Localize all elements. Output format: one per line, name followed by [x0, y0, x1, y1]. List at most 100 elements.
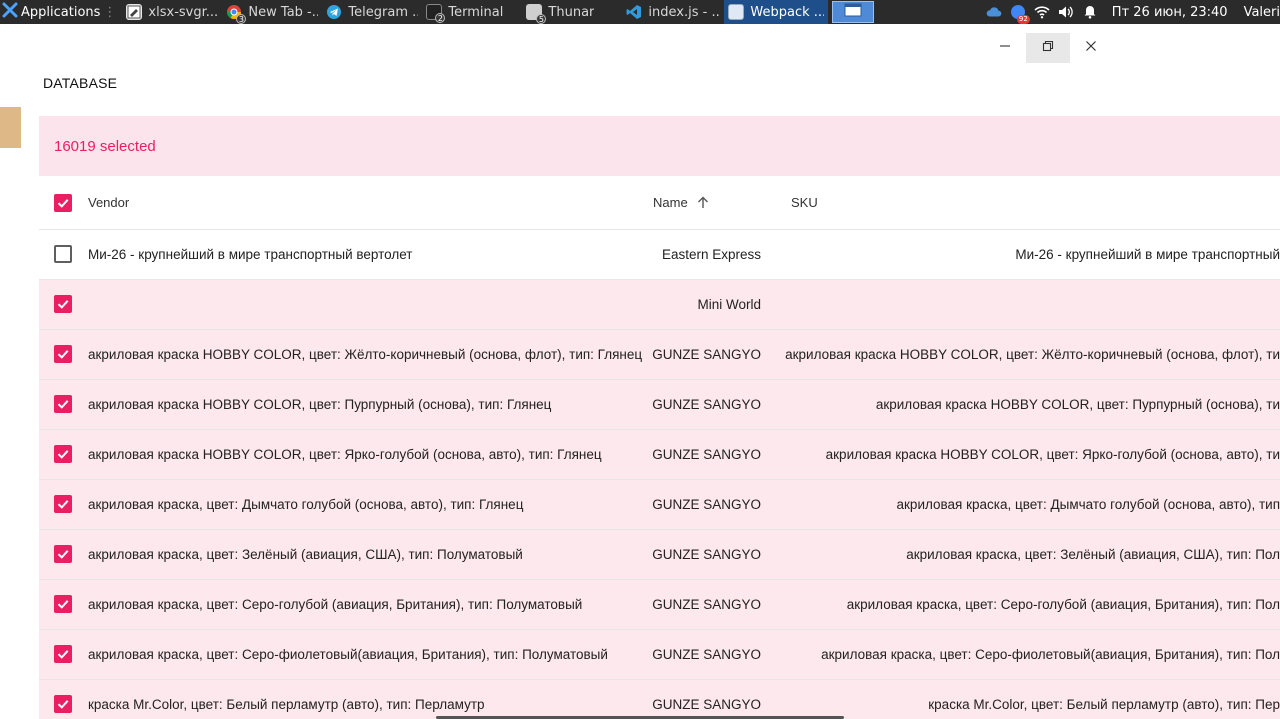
cell-vendor: акриловая краска, цвет: Зелёный (авиация…	[88, 547, 523, 562]
cell-vendor: акриловая краска, цвет: Серо-фиолетовый(…	[88, 647, 608, 662]
cell-name: Eastern Express	[661, 247, 761, 262]
cell-sku: акриловая краска, цвет: Серо-голубой (ав…	[846, 597, 1280, 612]
document-editor-icon	[126, 4, 143, 20]
user-menu[interactable]: Valeri	[1244, 5, 1280, 20]
cell-vendor: акриловая краска HOBBY COLOR, цвет: Жёлт…	[88, 347, 643, 362]
table-row[interactable]: акриловая краска HOBBY COLOR, цвет: Ярко…	[39, 430, 1280, 480]
taskbar-item-webpack[interactable]: Webpack ...	[724, 0, 829, 24]
cell-sku: краска Mr.Color, цвет: Белый перламутр (…	[928, 697, 1280, 712]
cell-vendor: акриловая краска HOBBY COLOR, цвет: Пурп…	[88, 397, 552, 412]
row-checkbox[interactable]	[54, 295, 72, 313]
clock[interactable]: Пт 26 июн, 23:40	[1112, 5, 1228, 20]
notification-badge-icon[interactable]: 92	[1010, 4, 1030, 24]
cell-sku: Ми-26 - крупнейший в мире транспортный	[1015, 247, 1280, 262]
cell-vendor: акриловая краска, цвет: Дымчато голубой …	[88, 497, 524, 512]
applications-label: Applications	[21, 4, 101, 20]
select-all-checkbox[interactable]	[54, 194, 72, 212]
cell-name: GUNZE SANGYO	[652, 547, 761, 562]
table-row[interactable]: акриловая краска, цвет: Дымчато голубой …	[39, 480, 1280, 530]
top-panel: Applications ⋮ xlsx-svgr... 3 New Tab -.…	[0, 0, 1280, 24]
table-row[interactable]: акриловая краска HOBBY COLOR, цвет: Жёлт…	[39, 330, 1280, 380]
cell-name: GUNZE SANGYO	[652, 347, 761, 362]
table-row[interactable]: краска Mr.Color, цвет: Белый перламутр (…	[39, 680, 1280, 719]
table-row[interactable]: акриловая краска, цвет: Зелёный (авиация…	[39, 530, 1280, 580]
row-checkbox[interactable]	[54, 445, 72, 463]
telegram-icon	[326, 4, 342, 20]
window-icon	[728, 4, 745, 20]
cell-name: GUNZE SANGYO	[652, 497, 761, 512]
cell-sku: акриловая краска, цвет: Дымчато голубой …	[896, 497, 1280, 512]
cell-name: Mini World	[697, 297, 761, 312]
cloud-sync-icon[interactable]	[986, 4, 1002, 20]
minimize-icon	[999, 39, 1011, 57]
sort-ascending-icon[interactable]	[697, 178, 709, 230]
database-table: 16019 selected Vendor Name SKU Ми-26 - к…	[39, 116, 1280, 719]
desktop-icon	[844, 3, 862, 21]
table-header-row: Vendor Name SKU	[39, 176, 1280, 230]
cell-sku: акриловая краска HOBBY COLOR, цвет: Пурп…	[875, 397, 1280, 412]
cell-name: GUNZE SANGYO	[652, 597, 761, 612]
minimize-button[interactable]	[983, 33, 1027, 63]
thunar-window-count: 5	[536, 14, 547, 24]
cell-name: GUNZE SANGYO	[652, 447, 761, 462]
xfce-logo-icon	[2, 2, 18, 22]
taskbar-item-vscode[interactable]: index.js - ...	[622, 0, 724, 24]
volume-icon[interactable]	[1058, 4, 1074, 20]
taskbar-item-chrome[interactable]: 3 New Tab -...	[222, 0, 322, 24]
taskbar-item-thunar[interactable]: 5 Thunar	[522, 0, 622, 24]
cell-vendor: краска Mr.Color, цвет: Белый перламутр (…	[88, 697, 485, 712]
cell-name: GUNZE SANGYO	[652, 697, 761, 712]
column-header-vendor[interactable]: Vendor	[88, 176, 648, 230]
applications-menu-button[interactable]: Applications ⋮	[0, 0, 122, 24]
cell-name: GUNZE SANGYO	[652, 397, 761, 412]
cell-vendor	[88, 280, 648, 330]
terminal-window-count: 2	[435, 13, 446, 23]
taskbar-item-xlsx[interactable]: xlsx-svgr...	[122, 0, 222, 24]
close-icon	[1085, 39, 1097, 57]
row-checkbox[interactable]	[54, 695, 72, 713]
page-title: DATABASE	[43, 75, 118, 91]
taskbar-item-telegram[interactable]: Telegram ...	[322, 0, 422, 24]
table-row[interactable]: Mini World	[39, 280, 1280, 330]
column-header-name[interactable]: Name	[653, 176, 773, 230]
file-manager-icon: 5	[526, 4, 547, 24]
taskbar-item-terminal[interactable]: 2 Terminal	[422, 0, 522, 24]
restore-icon	[1042, 39, 1054, 57]
show-desktop-button[interactable]	[832, 1, 875, 23]
row-checkbox[interactable]	[54, 345, 72, 363]
chrome-icon: 3	[226, 4, 247, 24]
system-tray: 92 Пт 26 июн, 23:40 Valeri	[986, 0, 1280, 24]
column-header-sku[interactable]: SKU	[791, 176, 991, 230]
cell-sku: акриловая краска, цвет: Зелёный (авиация…	[906, 547, 1280, 562]
cell-vendor: Ми-26 - крупнейший в мире транспортный в…	[88, 247, 413, 262]
cell-sku: акриловая краска HOBBY COLOR, цвет: Ярко…	[825, 447, 1280, 462]
tray-badge-count: 92	[1016, 15, 1030, 24]
selected-count: 16019 selected	[54, 137, 156, 155]
cell-sku	[739, 280, 1280, 330]
row-checkbox[interactable]	[54, 395, 72, 413]
sidebar-toggle-tab[interactable]	[0, 107, 21, 148]
table-row[interactable]: акриловая краска, цвет: Серо-голубой (ав…	[39, 580, 1280, 630]
row-checkbox[interactable]	[54, 545, 72, 563]
table-body: Ми-26 - крупнейший в мире транспортный в…	[39, 230, 1280, 719]
cell-sku: акриловая краска HOBBY COLOR, цвет: Жёлт…	[785, 347, 1280, 362]
selection-toolbar: 16019 selected	[39, 116, 1280, 176]
table-row[interactable]: акриловая краска, цвет: Серо-фиолетовый(…	[39, 630, 1280, 680]
row-checkbox[interactable]	[54, 595, 72, 613]
row-checkbox[interactable]	[54, 245, 72, 263]
cell-vendor: акриловая краска, цвет: Серо-голубой (ав…	[88, 597, 583, 612]
cell-vendor: акриловая краска HOBBY COLOR, цвет: Ярко…	[88, 447, 602, 462]
cell-name: GUNZE SANGYO	[652, 647, 761, 662]
wifi-icon[interactable]	[1034, 4, 1050, 20]
restore-button[interactable]	[1026, 33, 1070, 63]
vscode-icon	[626, 4, 642, 20]
terminal-icon: 2	[426, 4, 446, 23]
table-row[interactable]: Ми-26 - крупнейший в мире транспортный в…	[39, 230, 1280, 280]
bell-icon[interactable]	[1082, 4, 1098, 20]
row-checkbox[interactable]	[54, 495, 72, 513]
table-row[interactable]: акриловая краска HOBBY COLOR, цвет: Пурп…	[39, 380, 1280, 430]
close-button[interactable]	[1069, 33, 1113, 63]
cell-sku: акриловая краска, цвет: Серо-фиолетовый(…	[821, 647, 1280, 662]
row-checkbox[interactable]	[54, 645, 72, 663]
chrome-window-count: 3	[236, 14, 247, 24]
